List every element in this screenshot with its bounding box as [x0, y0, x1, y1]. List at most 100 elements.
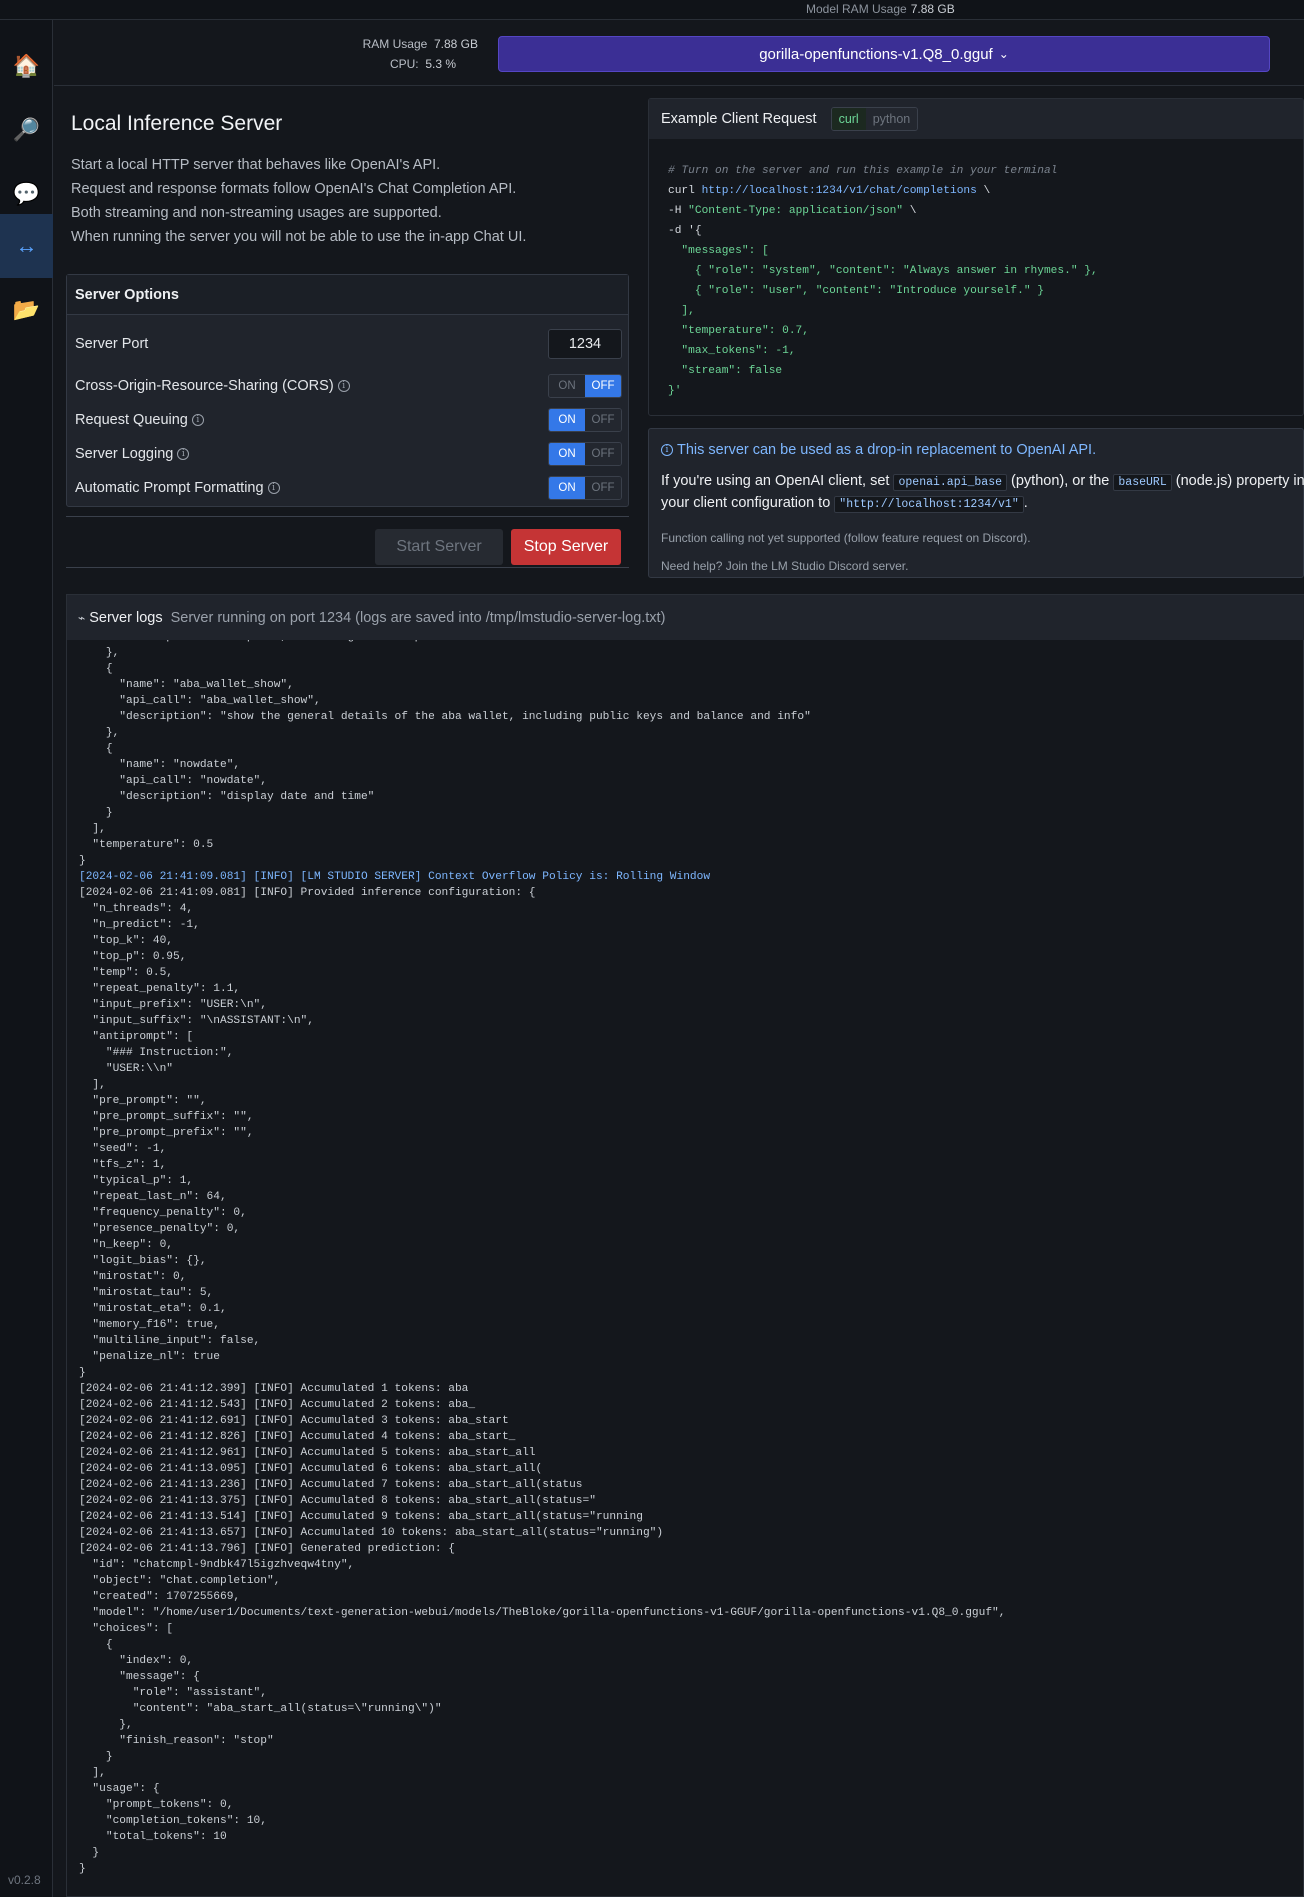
log-line: "description": "show the general details… [79, 711, 811, 723]
code-line: { "role": "user", "content": "Introduce … [668, 285, 1044, 297]
model-ram-usage: Model RAM Usage 7.88 GB [806, 2, 955, 16]
server-logs-header: ⌁ Server logs Server running on port 123… [67, 595, 1304, 640]
request-queuing-row: Request Queuing i ON OFF [75, 405, 622, 435]
code-line: "max_tokens": -1, [668, 345, 796, 357]
sidebar-home-icon[interactable]: 🏠 [0, 34, 53, 98]
info-icon[interactable]: i [177, 448, 190, 461]
code-url: http://localhost:1234/v1/chat/completion… [701, 185, 977, 197]
log-line: "top_k": 40, [79, 935, 173, 947]
app-version: v0.2.8 [8, 1873, 41, 1887]
log-line: "input_suffix": "\nASSISTANT:\n", [79, 1015, 314, 1027]
server-logging-row: Server Logging i ON OFF [75, 439, 622, 469]
log-line: } [79, 855, 86, 867]
toggle-off[interactable]: OFF [585, 409, 621, 431]
toggle-on[interactable]: ON [549, 477, 585, 499]
cors-row: Cross-Origin-Resource-Sharing (CORS) i ON… [75, 371, 622, 401]
server-logging-toggle[interactable]: ON OFF [548, 442, 622, 466]
log-line: "tfs_z": 1, [79, 1159, 167, 1171]
tab-curl[interactable]: curl [831, 108, 866, 130]
code-chip: openai.api_base [893, 474, 1008, 491]
info-icon[interactable]: i [267, 482, 280, 495]
log-line: "n_predict": -1, [79, 919, 200, 931]
log-line: [2024-02-06 21:41:13.236] [INFO] Accumul… [79, 1479, 583, 1491]
log-line: "index": 0, [79, 1655, 194, 1667]
code-line: ], [668, 305, 695, 317]
cors-label: Cross-Origin-Resource-Sharing (CORS) [75, 378, 334, 394]
language-tabs: curl python [830, 107, 919, 131]
toggle-on[interactable]: ON [549, 409, 585, 431]
log-line: "temp": 0.5, [79, 967, 173, 979]
info-icon[interactable]: i [191, 414, 204, 427]
start-server-button[interactable]: Start Server [375, 529, 503, 565]
prompt-formatting-toggle[interactable]: ON OFF [548, 476, 622, 500]
log-line: "model": "/home/user1/Documents/text-gen… [79, 1607, 1006, 1619]
log-line: [2024-02-06 21:41:13.514] [INFO] Accumul… [79, 1511, 643, 1523]
log-line: { [79, 743, 113, 755]
log-line: "n_keep": 0, [79, 1239, 173, 1251]
note-body: If you're using an OpenAI client, set op… [661, 473, 1304, 513]
log-line: "repeat_last_n": 64, [79, 1191, 227, 1203]
log-line: }, [79, 647, 120, 659]
sidebar-folder-icon[interactable]: 📂 [0, 278, 53, 342]
log-line: "created": 1707255669, [79, 1591, 241, 1603]
code-line: { "role": "system", "content": "Always a… [668, 265, 1098, 277]
code-line: }' [668, 385, 682, 397]
toggle-on[interactable]: ON [549, 375, 585, 397]
log-line: [2024-02-06 21:41:13.657] [INFO] Accumul… [79, 1527, 664, 1539]
code-line: "stream": false [668, 365, 783, 377]
description-line: Start a local HTTP server that behaves l… [71, 157, 441, 173]
log-line: ], [79, 1767, 106, 1779]
server-port-input[interactable] [548, 329, 622, 359]
description-line: Both streaming and non-streaming usages … [71, 205, 442, 221]
log-output[interactable]: "description": "stop aba, including all … [79, 640, 1299, 1890]
toggle-off[interactable]: OFF [585, 375, 621, 397]
log-line: "completion_tokens": 10, [79, 1815, 267, 1827]
log-line: "presence_penalty": 0, [79, 1223, 241, 1235]
model-selector-button[interactable]: gorilla-openfunctions-v1.Q8_0.gguf ⌄ [498, 36, 1270, 72]
log-line: "role": "assistant", [79, 1687, 267, 1699]
ram-usage-value: 7.88 GB [433, 37, 478, 51]
log-line: "api_call": "aba_wallet_show", [79, 695, 321, 707]
log-line: } [79, 1863, 86, 1875]
cors-toggle[interactable]: ON OFF [548, 374, 622, 398]
log-line: "typical_p": 1, [79, 1175, 194, 1187]
log-line: }, [79, 727, 120, 739]
sidebar-server-icon[interactable]: ↔ [0, 214, 53, 278]
log-line: "logit_bias": {}, [79, 1255, 207, 1267]
info-icon[interactable]: i [337, 380, 350, 393]
toggle-off[interactable]: OFF [585, 443, 621, 465]
stop-server-button[interactable]: Stop Server [511, 529, 621, 565]
code-line: "temperature": 0.7, [668, 325, 809, 337]
function-calling-note[interactable]: Function calling not yet supported (foll… [661, 531, 1031, 545]
log-line: "usage": { [79, 1783, 160, 1795]
page-title: Local Inference Server [71, 112, 283, 135]
toggle-off[interactable]: OFF [585, 477, 621, 499]
cpu-value: 5.3 % [425, 57, 456, 71]
log-line: } [79, 1751, 113, 1763]
log-line: "mirostat_eta": 0.1, [79, 1303, 227, 1315]
activity-icon: ⌁ [78, 610, 86, 625]
model-name: gorilla-openfunctions-v1.Q8_0.gguf [759, 45, 993, 63]
server-logging-label: Server Logging [75, 446, 174, 462]
log-line: [2024-02-06 21:41:13.375] [INFO] Accumul… [79, 1495, 596, 1507]
server-logs-status: Server running on port 1234 (logs are sa… [170, 609, 666, 626]
toggle-on[interactable]: ON [549, 443, 585, 465]
log-line: } [79, 1847, 100, 1859]
sidebar: 🏠 🔎 💬 ↔ 📂 v0.2.8 [0, 20, 53, 1897]
log-line: "finish_reason": "stop" [79, 1735, 274, 1747]
log-line: "### Instruction:", [79, 1047, 234, 1059]
log-line: "description": "display date and time" [79, 791, 375, 803]
top-bar: Model RAM Usage 7.88 GB [0, 0, 1304, 20]
openai-replacement-note: i This server can be used as a drop-in re… [648, 428, 1304, 578]
log-line: "pre_prompt_prefix": "", [79, 1127, 254, 1139]
description-line: When running the server you will not be … [71, 229, 527, 245]
tab-python[interactable]: python [865, 108, 918, 130]
server-options-title: Server Options [67, 275, 628, 315]
discord-help-link[interactable]: Need help? Join the LM Studio Discord se… [661, 559, 908, 573]
request-queuing-toggle[interactable]: ON OFF [548, 408, 622, 432]
log-line: [2024-02-06 21:41:13.095] [INFO] Accumul… [79, 1463, 543, 1475]
server-action-bar: Start Server Stop Server [66, 516, 629, 568]
model-ram-label: Model RAM Usage [806, 2, 907, 16]
sidebar-search-icon[interactable]: 🔎 [0, 98, 53, 162]
log-line: { [79, 663, 113, 675]
